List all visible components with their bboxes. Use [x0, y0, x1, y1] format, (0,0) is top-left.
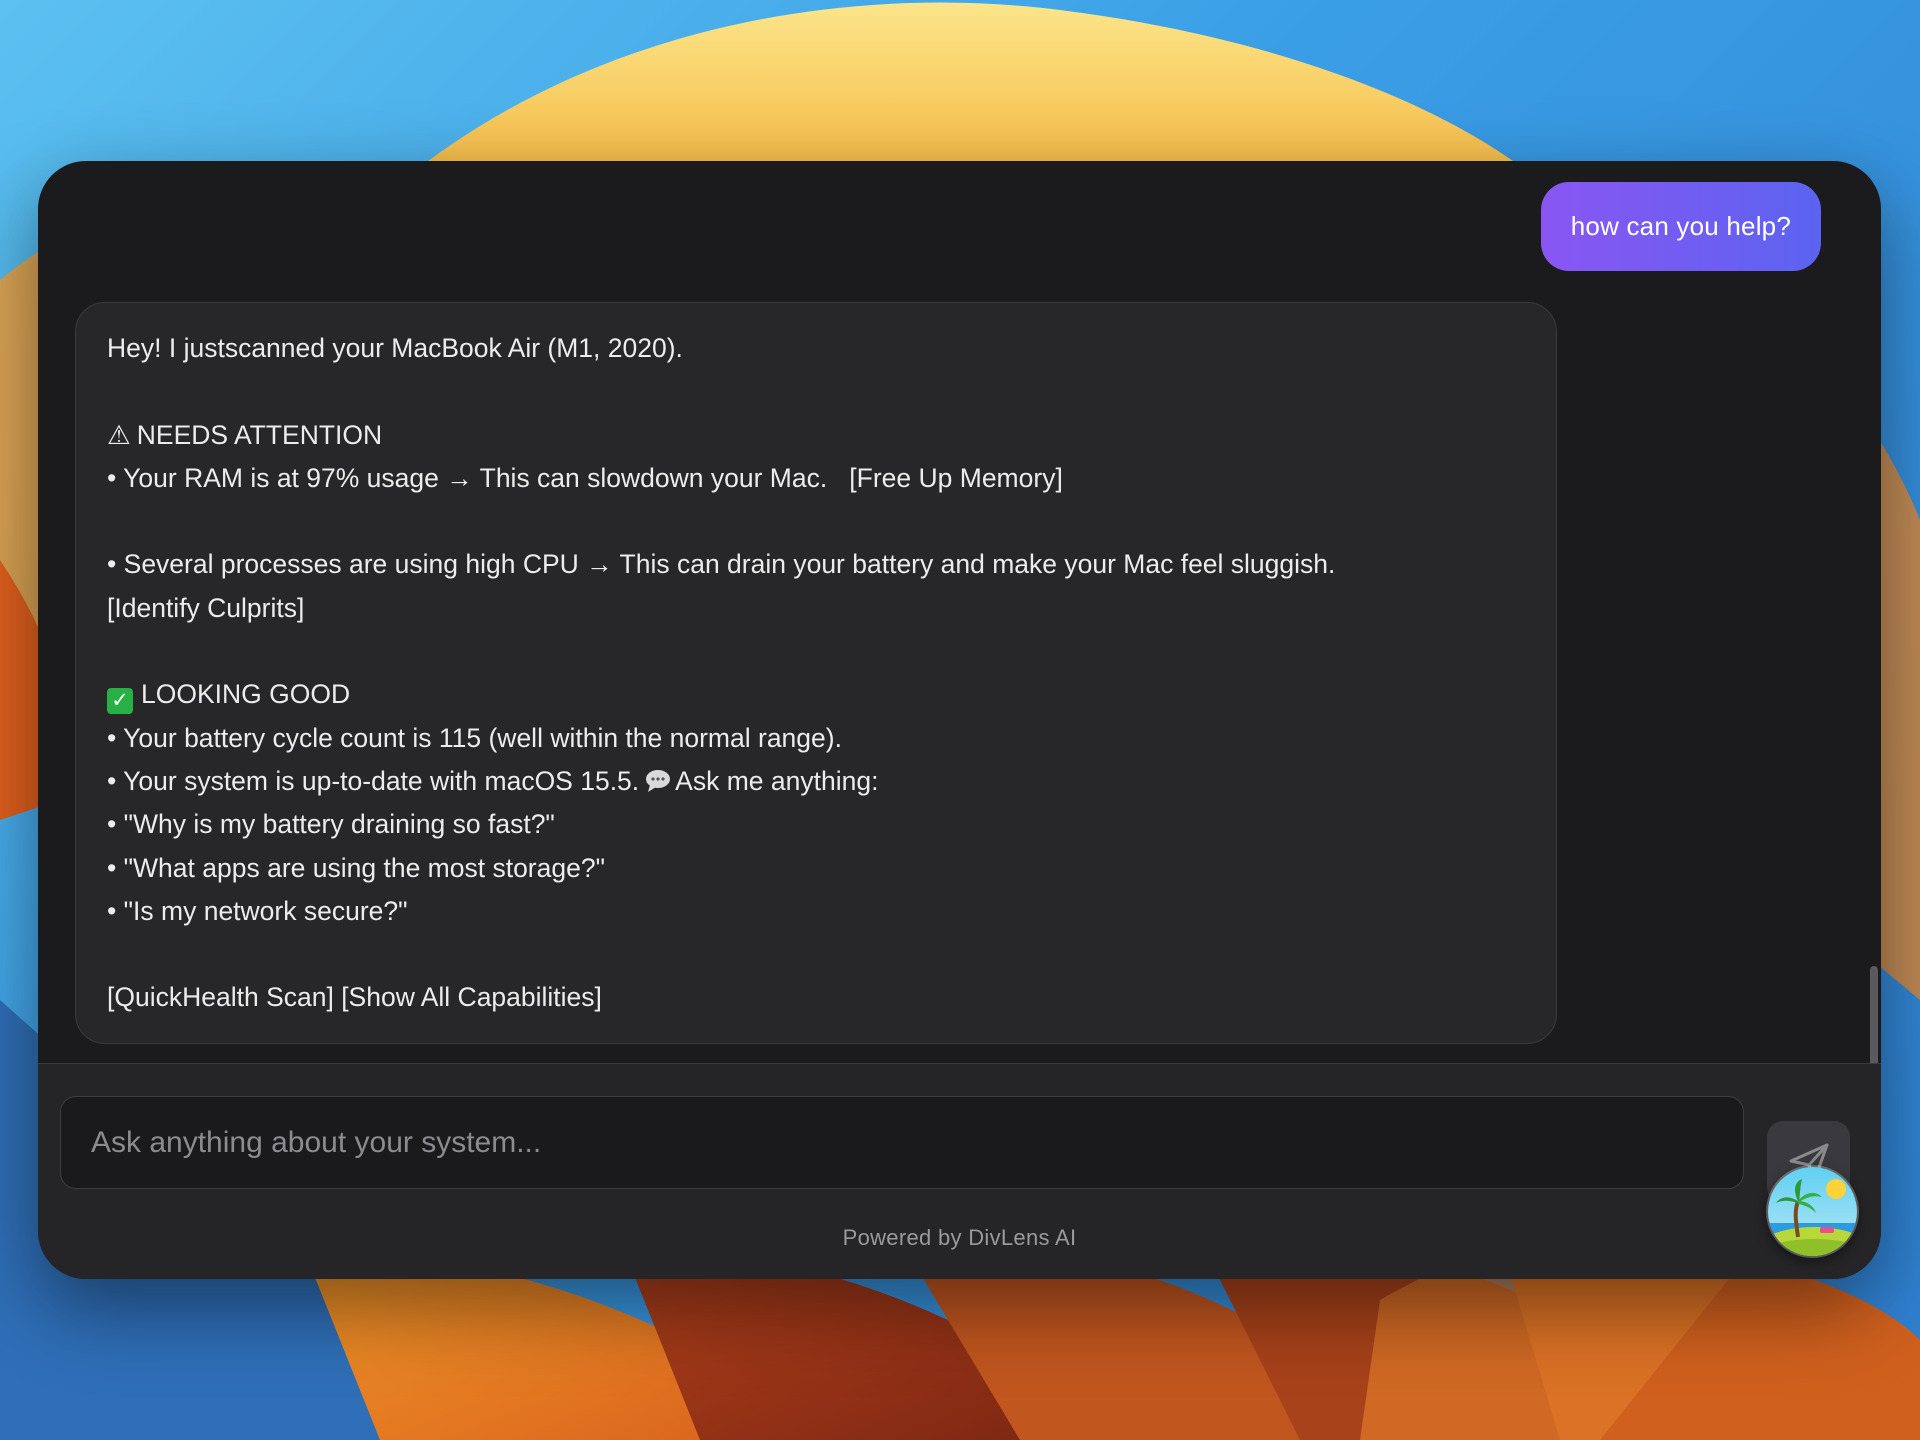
section-heading-needs-attention: ⚠ NEEDS ATTENTION	[107, 414, 1526, 457]
check-mark-icon: ✓	[107, 688, 133, 715]
assistant-message-bubble: Hey! I justscanned your MacBook Air (M1,…	[75, 302, 1557, 1044]
chat-input[interactable]	[60, 1096, 1744, 1189]
island-palm-avatar[interactable]	[1766, 1165, 1859, 1258]
message-line: • "Why is my battery draining so fast?"	[107, 809, 555, 840]
message-line: Hey! I justscanned your MacBook Air (M1,…	[107, 333, 683, 363]
section-heading-label: NEEDS ATTENTION	[136, 419, 383, 450]
chat-window: how can you help? Hey! I justscanned you…	[38, 161, 1881, 1279]
section-heading-label: LOOKING GOOD	[141, 679, 351, 710]
powered-by-footer: Powered by DivLens AI	[842, 1225, 1077, 1250]
message-line	[107, 933, 1526, 976]
message-line	[107, 630, 1526, 673]
warning-triangle-icon: ⚠	[107, 419, 131, 450]
message-line: • "What apps are using the most storage?…	[107, 852, 605, 883]
message-line: [Identify Culprits]	[107, 592, 305, 623]
message-line: • Several processes are using high CPU →…	[107, 549, 1336, 580]
message-line	[107, 500, 1526, 543]
message-text: Ask me anything:	[675, 765, 879, 796]
message-line: • Your battery cycle count is 115 (well …	[107, 722, 842, 753]
chat-messages: how can you help? Hey! I justscanned you…	[38, 161, 1881, 1111]
message-line: [QuickHealth Scan] [Show All Capabilitie…	[107, 982, 602, 1013]
message-line: • Your system is up-to-date with macOS 1…	[107, 760, 1526, 803]
message-line	[107, 370, 1526, 413]
message-line: • Your RAM is at 97% usage → This can sl…	[107, 462, 1063, 493]
section-heading-looking-good: ✓ LOOKING GOOD	[107, 673, 1526, 716]
message-line: • "Is my network secure?"	[107, 895, 408, 926]
message-text: • Your system is up-to-date with macOS 1…	[107, 765, 640, 796]
speech-bubble-icon	[645, 763, 671, 792]
composer: Powered by DivLens AI	[38, 1063, 1881, 1279]
user-message-bubble: how can you help?	[1540, 182, 1821, 271]
